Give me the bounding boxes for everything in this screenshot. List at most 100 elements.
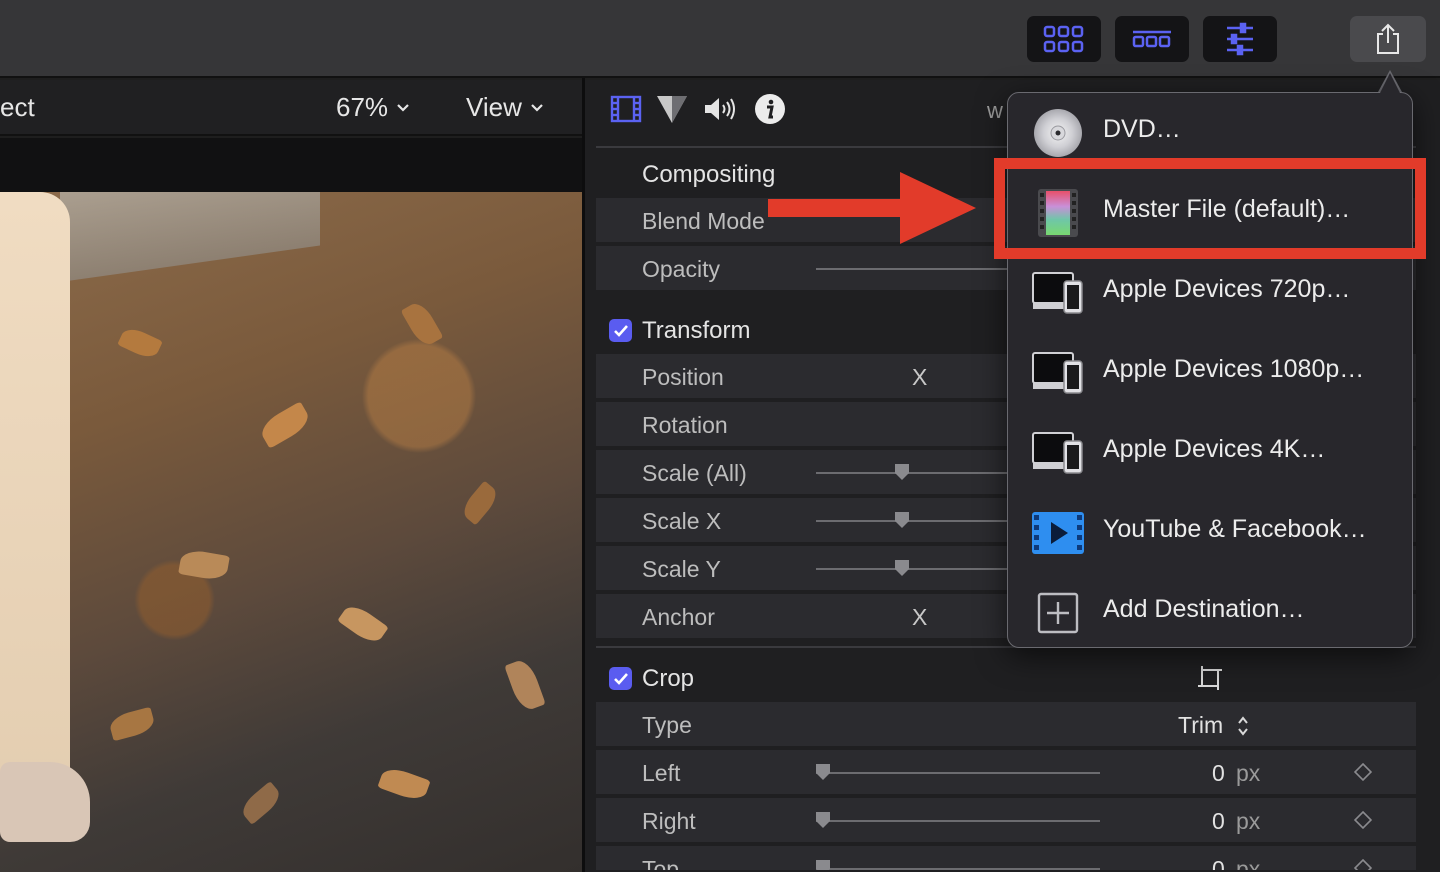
share-button[interactable] — [1350, 16, 1426, 62]
slider-knob-icon[interactable] — [893, 463, 911, 481]
leaf — [377, 764, 431, 804]
crop-type-value[interactable]: Trim — [1178, 712, 1223, 739]
leaf — [178, 548, 230, 582]
crop-right-slider[interactable] — [816, 820, 1100, 822]
scale-all-slider[interactable] — [816, 472, 1016, 474]
crop-top-label: Top — [642, 856, 680, 872]
annotation-arrow-head — [900, 172, 976, 244]
transform-checkbox[interactable] — [609, 319, 632, 342]
tab-info[interactable] — [753, 92, 787, 126]
dvd-icon — [1032, 107, 1084, 159]
timeline-toggle-button[interactable] — [1115, 16, 1189, 62]
leaf — [504, 657, 546, 713]
scale-x-slider[interactable] — [816, 520, 1016, 522]
crop-title: Crop — [642, 665, 695, 692]
menu-item-label: YouTube & Facebook… — [1103, 515, 1367, 543]
crop-left-slider[interactable] — [816, 772, 1100, 774]
apple-devices-icon — [1032, 267, 1084, 319]
crop-type-row[interactable]: Type Trim — [596, 702, 1416, 748]
compositing-title: Compositing — [642, 161, 776, 188]
keyframe-diamond-icon[interactable] — [1354, 763, 1372, 781]
crop-onscreen-icon[interactable] — [1196, 664, 1224, 692]
annotation-highlight-box — [994, 158, 1426, 259]
crop-top-row[interactable]: Top 0 px — [596, 846, 1416, 872]
transform-title: Transform — [642, 317, 751, 344]
popover-arrow-fill — [1380, 73, 1400, 93]
slider-knob-icon[interactable] — [814, 859, 832, 872]
tab-video[interactable] — [609, 92, 643, 126]
crop-top-slider[interactable] — [816, 868, 1100, 870]
tab-color[interactable] — [655, 92, 689, 126]
share-icon — [1377, 23, 1399, 54]
leaf — [458, 480, 502, 526]
video-icon — [610, 95, 642, 123]
scale-y-label: Scale Y — [642, 556, 721, 582]
blend-mode-label: Blend Mode — [642, 208, 765, 234]
inspector-toggle-icon — [1227, 22, 1253, 56]
crop-checkbox[interactable] — [609, 667, 632, 690]
timeline-toggle-icon — [1132, 30, 1171, 48]
leaf — [237, 781, 285, 825]
slider-knob-icon[interactable] — [814, 811, 832, 829]
opacity-slider[interactable] — [816, 268, 1016, 270]
browser-toggle-icon — [1043, 25, 1084, 53]
scale-y-slider[interactable] — [816, 568, 1016, 570]
crop-top-value[interactable]: 0 — [1212, 856, 1225, 870]
leaf — [400, 298, 444, 350]
view-menu[interactable]: View — [466, 92, 544, 123]
wall-shape — [60, 192, 320, 282]
menu-item-label: Add Destination… — [1103, 595, 1305, 623]
menu-item-add-destination[interactable]: Add Destination… — [1008, 573, 1414, 653]
crop-right-row[interactable]: Right 0 px — [596, 798, 1416, 844]
anchor-label: Anchor — [642, 604, 715, 630]
slider-knob-icon[interactable] — [814, 763, 832, 781]
person-leg — [0, 192, 70, 832]
keyframe-diamond-icon[interactable] — [1354, 859, 1372, 872]
browser-toggle-button[interactable] — [1027, 16, 1101, 62]
anchor-x-label: X — [912, 604, 928, 630]
viewer-strip — [0, 138, 582, 192]
crop-left-row[interactable]: Left 0 px — [596, 750, 1416, 796]
crop-type-label: Type — [642, 712, 692, 738]
rotation-label: Rotation — [642, 412, 728, 438]
position-x-label: X — [912, 364, 928, 390]
inspector-toggle-button[interactable] — [1203, 16, 1277, 62]
crop-left-label: Left — [642, 760, 681, 786]
color-icon — [657, 96, 687, 123]
slider-knob-icon[interactable] — [893, 559, 911, 577]
chevron-updown-icon — [1238, 716, 1248, 736]
menu-item-youtube-facebook[interactable]: YouTube & Facebook… — [1008, 493, 1414, 573]
top-toolbar — [0, 0, 1440, 78]
viewer-header: ect 67% View — [0, 80, 582, 136]
zoom-value: 67% — [336, 92, 389, 122]
leaf — [117, 324, 163, 362]
checkmark-icon — [613, 672, 628, 685]
menu-item-apple-devices-4k[interactable]: Apple Devices 4K… — [1008, 413, 1414, 493]
tab-audio[interactable] — [703, 92, 737, 126]
keyframe-diamond-icon[interactable] — [1354, 811, 1372, 829]
add-destination-icon — [1032, 587, 1084, 639]
menu-item-apple-devices-1080p[interactable]: Apple Devices 1080p… — [1008, 333, 1414, 413]
crop-header[interactable]: Crop — [596, 654, 1416, 702]
menu-item-apple-devices-720p[interactable]: Apple Devices 720p… — [1008, 253, 1414, 333]
project-title: ect — [0, 92, 35, 122]
slider-knob-icon[interactable] — [893, 511, 911, 529]
scale-x-label: Scale X — [642, 508, 722, 534]
apple-devices-icon — [1032, 347, 1084, 399]
crop-right-value[interactable]: 0 — [1212, 808, 1225, 835]
leaf — [107, 706, 157, 742]
crop-right-label: Right — [642, 808, 696, 834]
youtube-facebook-icon — [1032, 507, 1084, 559]
viewer-video-frame[interactable] — [0, 192, 582, 872]
position-label: Position — [642, 364, 724, 390]
chevron-down-icon — [531, 103, 543, 112]
checkmark-icon — [613, 324, 628, 337]
zoom-menu[interactable]: 67% — [336, 92, 410, 123]
chevron-down-icon — [397, 103, 409, 112]
menu-item-label: Apple Devices 1080p… — [1103, 355, 1365, 383]
crop-left-unit: px — [1236, 760, 1261, 786]
crop-left-value[interactable]: 0 — [1212, 760, 1225, 787]
scale-all-label: Scale (All) — [642, 460, 747, 486]
opacity-label: Opacity — [642, 256, 720, 282]
menu-item-label: Apple Devices 4K… — [1103, 435, 1326, 463]
